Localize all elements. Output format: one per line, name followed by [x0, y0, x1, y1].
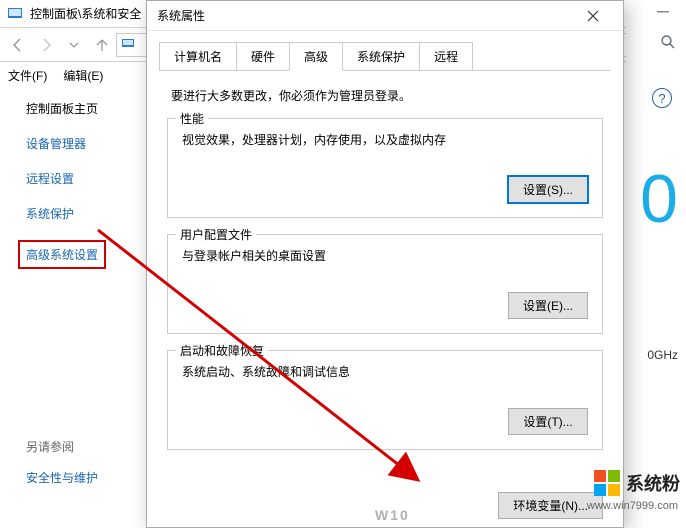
dialog-body: 要进行大多数更改，你必须作为管理员登录。 性能 视觉效果，处理器计划，内存使用，… [147, 71, 623, 478]
performance-settings-button[interactable]: 设置(S)... [508, 176, 588, 203]
windows-version-digit: 0 [640, 160, 678, 238]
dialog-tabs: 计算机名 硬件 高级 系统保护 远程 [147, 31, 623, 70]
parent-content-right: ? 0 0GHz [626, 0, 686, 528]
parent-window-button[interactable] [640, 0, 686, 28]
sidebar-see-also-label: 另请参阅 [26, 438, 98, 455]
tab-remote[interactable]: 远程 [419, 42, 473, 71]
dialog-title: 系统属性 [157, 7, 573, 24]
brand-watermark: 系统粉 [594, 470, 680, 496]
nav-dropdown-button[interactable] [60, 31, 88, 59]
dialog-close-button[interactable] [573, 1, 613, 31]
group-user-profiles: 用户配置文件 与登录帐户相关的桌面设置 设置(E)... [167, 234, 603, 334]
sidebar-security-link[interactable]: 安全性与维护 [26, 469, 98, 486]
dialog-titlebar: 系统属性 [147, 1, 623, 31]
sidebar-item-device-manager[interactable]: 设备管理器 [26, 135, 145, 152]
group-performance-desc: 视觉效果，处理器计划，内存使用，以及虚拟内存 [182, 131, 588, 148]
group-user-profiles-desc: 与登录帐户相关的桌面设置 [182, 247, 588, 264]
tab-computer-name[interactable]: 计算机名 [159, 42, 237, 71]
admin-note: 要进行大多数更改，你必须作为管理员登录。 [171, 87, 603, 104]
nav-up-button[interactable] [88, 31, 116, 59]
control-panel-icon [6, 5, 24, 23]
startup-recovery-settings-button[interactable]: 设置(T)... [508, 408, 588, 435]
sidebar-item-remote-settings[interactable]: 远程设置 [26, 170, 145, 187]
sidebar-item-system-protection[interactable]: 系统保护 [26, 205, 145, 222]
nav-forward-button[interactable] [32, 31, 60, 59]
group-performance: 性能 视觉效果，处理器计划，内存使用，以及虚拟内存 设置(S)... [167, 118, 603, 218]
tab-hardware[interactable]: 硬件 [236, 42, 290, 71]
tab-advanced[interactable]: 高级 [289, 42, 343, 71]
sidebar-home[interactable]: 控制面板主页 [26, 100, 145, 117]
menu-file[interactable]: 文件(F) [8, 67, 47, 84]
nav-back-button[interactable] [4, 31, 32, 59]
brand-text: 系统粉 [626, 470, 680, 496]
group-performance-legend: 性能 [176, 110, 208, 127]
system-properties-dialog: 系统属性 计算机名 硬件 高级 系统保护 远程 要进行大多数更改，你必须作为管理… [146, 0, 624, 528]
parent-window-title: 控制面板\系统和安全 [30, 5, 141, 22]
watermark-text: W10 [375, 507, 410, 523]
sidebar-item-advanced-system-settings[interactable]: 高级系统设置 [18, 240, 106, 269]
group-startup-recovery: 启动和故障恢复 系统启动、系统故障和调试信息 设置(T)... [167, 350, 603, 450]
search-icon[interactable] [660, 34, 676, 50]
group-startup-recovery-legend: 启动和故障恢复 [176, 342, 268, 359]
help-icon[interactable]: ? [652, 88, 672, 108]
group-startup-recovery-desc: 系统启动、系统故障和调试信息 [182, 363, 588, 380]
system-icon [121, 37, 137, 53]
tab-system-protection[interactable]: 系统保护 [342, 42, 420, 71]
group-user-profiles-legend: 用户配置文件 [176, 226, 256, 243]
brand-logo-icon [594, 470, 620, 496]
menu-edit[interactable]: 编辑(E) [63, 67, 103, 84]
brand-url: www.win7999.com [587, 500, 678, 512]
user-profiles-settings-button[interactable]: 设置(E)... [508, 292, 588, 319]
sidebar: 控制面板主页 设备管理器 远程设置 系统保护 高级系统设置 另请参阅 安全性与维… [0, 88, 145, 287]
cpu-ghz-fragment: 0GHz [647, 348, 678, 362]
